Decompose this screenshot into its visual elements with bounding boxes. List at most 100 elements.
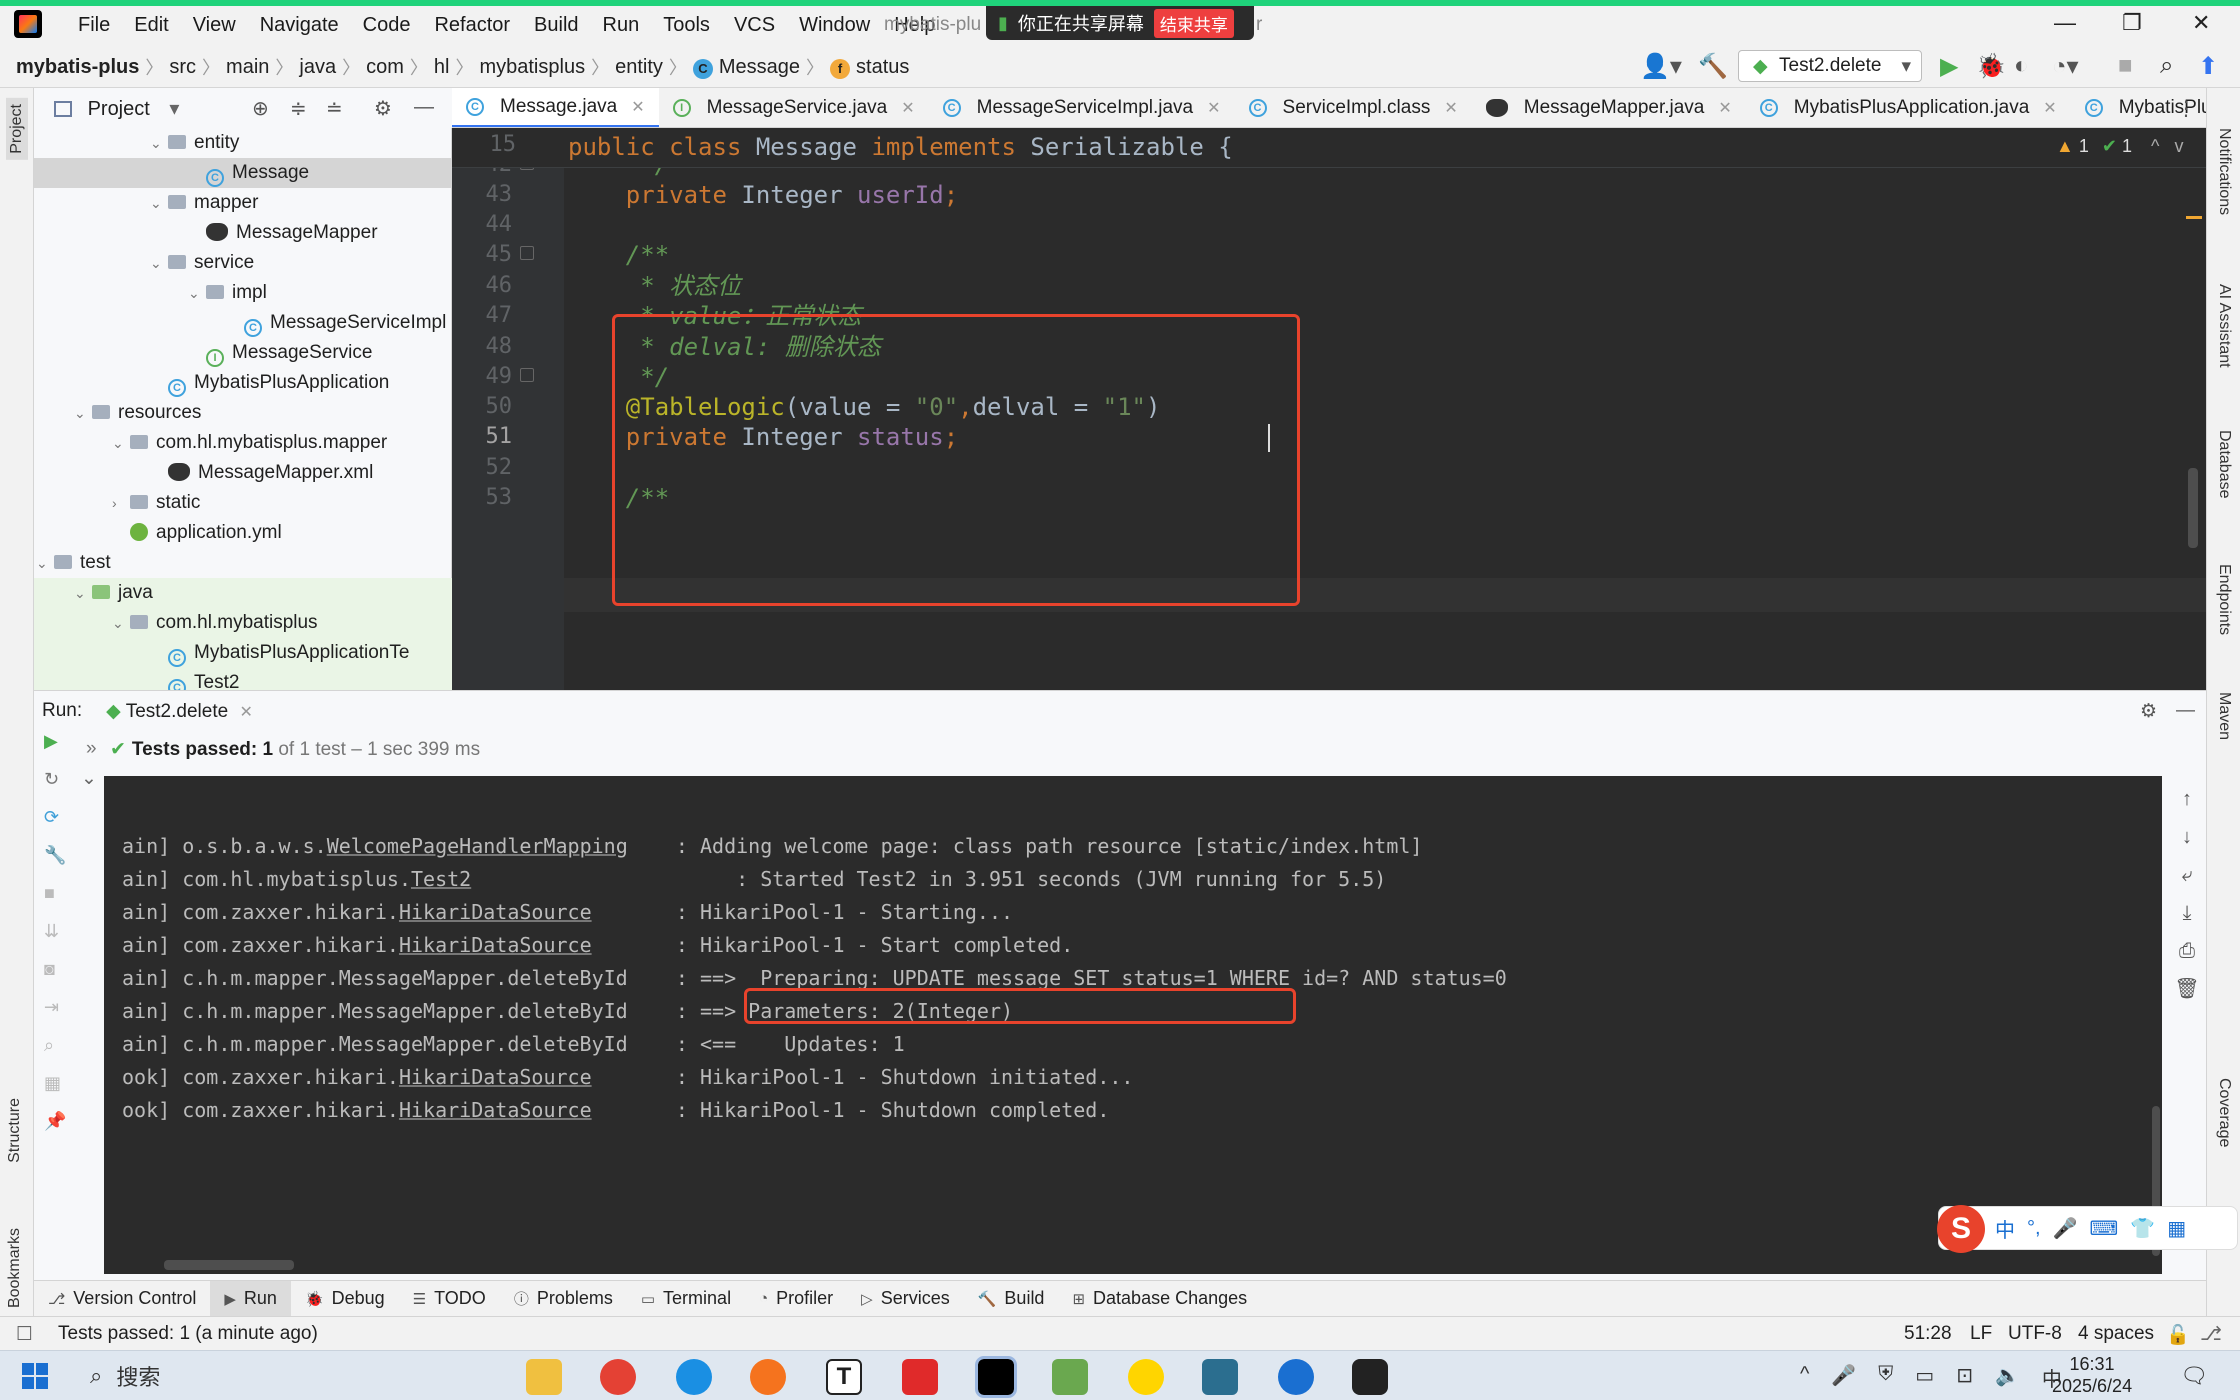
intellij-logo-icon[interactable] bbox=[14, 10, 42, 38]
tree-item[interactable]: I MessageService bbox=[34, 338, 452, 368]
gear-icon[interactable]: ⚙ bbox=[2140, 700, 2157, 723]
tree-item[interactable]: MessageMapper bbox=[34, 218, 452, 248]
hide-icon[interactable]: — bbox=[414, 96, 434, 119]
code-line[interactable]: /** bbox=[568, 238, 669, 272]
breadcrumb-item[interactable]: C Message bbox=[692, 56, 800, 79]
ime-toolbar[interactable]: S 中 °, 🎤 ⌨ 👕 ▦ bbox=[1937, 1205, 2238, 1253]
search-app-icon[interactable] bbox=[1278, 1359, 1314, 1395]
console-line[interactable]: ook] com.zaxxer.hikari.HikariDataSource … bbox=[122, 1094, 1109, 1127]
menu-item-navigate[interactable]: Navigate bbox=[248, 14, 351, 37]
bottom-tab-build[interactable]: 🔨 Build bbox=[964, 1281, 1059, 1317]
maven-tool-button[interactable]: Maven bbox=[2215, 692, 2233, 740]
gear-icon[interactable]: ⚙ bbox=[374, 96, 392, 121]
camera-icon[interactable]: ◙ bbox=[44, 959, 64, 979]
print-icon[interactable]: ⎙ bbox=[2172, 932, 2202, 970]
tree-item[interactable]: ⌄ mapper bbox=[34, 188, 452, 218]
ai-assistant-tool-button[interactable]: AI Assistant bbox=[2215, 284, 2233, 368]
tree-item[interactable]: C MessageServiceImpl bbox=[34, 308, 452, 338]
rerun-failed-icon[interactable]: ↻ bbox=[44, 769, 64, 789]
close-tab-icon[interactable]: ✕ bbox=[239, 704, 252, 721]
keyboard-icon[interactable]: ⌨ bbox=[2089, 1216, 2118, 1241]
git-icon[interactable]: ⎇ bbox=[2200, 1323, 2222, 1346]
search-icon[interactable]: ⌕ bbox=[2160, 52, 2173, 80]
tree-item[interactable]: MessageMapper.xml bbox=[34, 458, 452, 488]
indent-setting[interactable]: 4 spaces bbox=[2078, 1323, 2154, 1345]
run-icon[interactable]: ▶ bbox=[1940, 52, 1958, 81]
double-chevron-icon[interactable]: » bbox=[86, 738, 97, 760]
chevron-down-icon[interactable]: ⌄ bbox=[112, 428, 130, 458]
ime-punctuation[interactable]: °, bbox=[2027, 1217, 2041, 1240]
tree-item[interactable]: ⌄ service bbox=[34, 248, 452, 278]
tree-item[interactable]: › static bbox=[34, 488, 452, 518]
endpoints-tool-button[interactable]: Endpoints bbox=[2215, 564, 2233, 635]
breadcrumb-item[interactable]: mybatisplus bbox=[479, 56, 585, 79]
tree-item[interactable]: ⌄ test bbox=[34, 548, 452, 578]
locate-icon[interactable]: ⊕ bbox=[252, 96, 269, 121]
tree-item[interactable]: C MybatisPlusApplication bbox=[34, 368, 452, 398]
close-tab-icon[interactable]: ✕ bbox=[1444, 98, 1457, 118]
breadcrumb-item[interactable]: entity bbox=[615, 56, 663, 79]
project-title[interactable]: Project bbox=[88, 98, 150, 120]
breadcrumb-item[interactable]: com bbox=[366, 56, 404, 79]
bottom-tab-terminal[interactable]: ▭ Terminal bbox=[627, 1281, 745, 1317]
trash-icon[interactable]: 🗑 bbox=[2172, 970, 2202, 1008]
sogou-logo-icon[interactable]: S bbox=[1937, 1205, 1985, 1253]
bottom-tab-version-control[interactable]: ⎇ Version Control bbox=[34, 1281, 210, 1317]
shield-icon[interactable]: ⛨ bbox=[1878, 1363, 1893, 1392]
editor-tab[interactable]: C Message.java ✕ bbox=[452, 88, 659, 127]
apps-icon[interactable]: ▦ bbox=[2167, 1216, 2186, 1241]
taskbar-search[interactable]: ⌕ 搜索 bbox=[76, 1357, 506, 1395]
terminal-app-icon[interactable] bbox=[1202, 1359, 1238, 1395]
breadcrumb-item[interactable]: java bbox=[299, 56, 336, 79]
file-explorer-icon[interactable] bbox=[526, 1359, 562, 1395]
fold-marker-icon[interactable] bbox=[520, 246, 534, 260]
inspection-widget[interactable]: ▲ 1 ✔ 1 ^ v bbox=[2056, 136, 2183, 157]
lock-icon[interactable]: 🔓 bbox=[2166, 1323, 2190, 1347]
chevron-down-icon[interactable]: ⌄ bbox=[36, 548, 54, 578]
structure-tool-button[interactable]: Structure bbox=[6, 1098, 24, 1163]
editor-tab[interactable]: C MessageServiceImpl.java ✕ bbox=[929, 88, 1235, 127]
menu-item-tools[interactable]: Tools bbox=[651, 14, 722, 37]
status-toggle-icon[interactable]: ☐ bbox=[16, 1323, 33, 1346]
up-arrow-icon[interactable]: ↑ bbox=[2172, 780, 2202, 818]
skin-icon[interactable]: 👕 bbox=[2130, 1216, 2155, 1241]
chevron-down-icon[interactable]: v bbox=[2174, 136, 2183, 156]
expand-all-icon[interactable]: ≑ bbox=[290, 96, 307, 121]
menu-item-code[interactable]: Code bbox=[351, 14, 423, 37]
notepad-icon[interactable] bbox=[1052, 1359, 1088, 1395]
wrench-icon[interactable]: 🔧 bbox=[44, 845, 66, 865]
status-message[interactable]: Tests passed: 1 (a minute ago) bbox=[58, 1323, 318, 1345]
chevron-down-icon[interactable]: ⌄ bbox=[150, 128, 168, 158]
soft-wrap-icon[interactable]: ⤶ bbox=[2172, 856, 2202, 894]
tree-item[interactable]: ⌄ impl bbox=[34, 278, 452, 308]
typora-icon[interactable]: T bbox=[826, 1359, 862, 1395]
wps-icon[interactable] bbox=[902, 1359, 938, 1395]
console-output[interactable]: ain] o.s.b.a.w.s.WelcomePageHandlerMappi… bbox=[104, 776, 2162, 1274]
coverage-tool-button[interactable]: Coverage bbox=[2215, 1078, 2233, 1147]
breadcrumb-item[interactable]: main bbox=[226, 56, 269, 79]
console-line[interactable]: ain] o.s.b.a.w.s.WelcomePageHandlerMappi… bbox=[122, 830, 1422, 863]
bottom-tab-todo[interactable]: ☰ TODO bbox=[399, 1281, 500, 1317]
microphone-icon[interactable]: 🎤 bbox=[2053, 1216, 2078, 1241]
notifications-tool-button[interactable]: Notifications bbox=[2215, 128, 2233, 215]
pin-icon[interactable]: 📌 bbox=[44, 1111, 66, 1131]
chevron-right-icon[interactable]: › bbox=[112, 488, 130, 518]
chevron-up-icon[interactable]: ^ bbox=[2151, 136, 2159, 156]
database-tool-button[interactable]: Database bbox=[2215, 430, 2233, 499]
console-line[interactable]: ain] com.zaxxer.hikari.HikariDataSource … bbox=[122, 896, 1013, 929]
firefox-icon[interactable] bbox=[750, 1359, 786, 1395]
code-line[interactable]: private Integer userId; bbox=[568, 178, 958, 212]
bookmarks-tool-button[interactable]: Bookmarks bbox=[6, 1228, 24, 1308]
chevron-down-icon[interactable]: ⌄ bbox=[112, 608, 130, 638]
line-separator[interactable]: LF bbox=[1970, 1323, 1992, 1345]
menu-item-window[interactable]: Window bbox=[787, 14, 882, 37]
console-line[interactable]: ain] c.h.m.mapper.MessageMapper.deleteBy… bbox=[122, 1028, 905, 1061]
step-icon[interactable]: ⇊ bbox=[44, 921, 64, 941]
menu-item-build[interactable]: Build bbox=[522, 14, 590, 37]
editor-tab[interactable]: C MybatisPlusApplication.java ✕ bbox=[1746, 88, 2071, 127]
bottom-tab-profiler[interactable]: ◔ Profiler bbox=[745, 1281, 847, 1317]
bottom-tab-problems[interactable]: ⓘ Problems bbox=[500, 1281, 627, 1317]
console-horizontal-scrollbar[interactable] bbox=[164, 1260, 294, 1270]
code-line[interactable]: * 状态位 bbox=[568, 269, 741, 303]
user-icon[interactable]: 👤▾ bbox=[1640, 52, 1682, 81]
